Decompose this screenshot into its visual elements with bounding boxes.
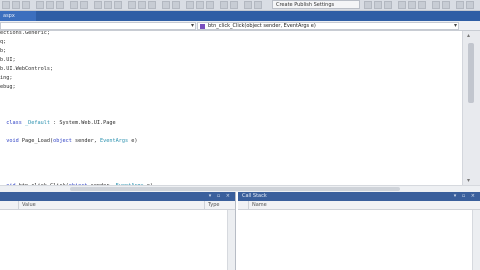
code-editor[interactable]: ections.Generic; q; b; b.UI; b.UI.WebControl… [0,31,480,185]
code-line[interactable]: b; [0,47,6,56]
toolbar-button[interactable] [220,1,228,9]
document-tab-strip: aspx [0,11,480,21]
member-selector-label: btn_click_Click(object sender, EventArgs… [208,23,316,29]
toolbar-button[interactable] [442,1,450,9]
code-token: sender, [71,138,100,144]
panel-window-buttons[interactable]: ▾ ▫ × [454,192,477,201]
configuration-combo[interactable]: Create Publish Settings [272,0,360,9]
toolbar-button[interactable] [162,1,170,9]
code-line[interactable]: ebug; [0,83,16,92]
toolbar-button[interactable] [36,1,44,9]
panel-window-buttons[interactable]: ▾ ▫ × [209,192,232,201]
toolbar-button[interactable] [206,1,214,9]
toolbar-button[interactable] [114,1,122,9]
panel-body[interactable] [0,210,235,270]
toolbar-button[interactable] [104,1,112,9]
column-header-label: Type [208,202,220,208]
toolbar-button[interactable] [138,1,146,9]
code-line[interactable]: ing; [0,74,13,83]
column-header-label: Name [252,202,267,208]
toolbar-button[interactable] [244,1,252,9]
code-token: ebug; [0,84,16,90]
toolbar: Create Publish Settings [0,0,480,11]
code-token: object [53,138,72,144]
code-token: b.UI.WebControls; [0,66,54,72]
toolbar-button[interactable] [254,1,262,9]
toolbar-button[interactable] [80,1,88,9]
panel-column-header: Value Type [0,201,235,210]
code-line[interactable]: q; [0,38,6,47]
toolbar-button[interactable] [94,1,102,9]
column-header-name [0,201,18,210]
scroll-up-icon[interactable]: ▴ [467,32,470,39]
panel-body[interactable] [238,210,480,270]
toolbar-button[interactable] [196,1,204,9]
panel-title-bar: ▾ ▫ × [0,192,235,201]
toolbar-button[interactable] [456,1,464,9]
column-header-label: Value [22,202,36,208]
toolbar-button[interactable] [374,1,382,9]
document-tab-label: aspx [3,13,15,19]
toolbar-button[interactable] [398,1,406,9]
toolbar-button[interactable] [466,1,474,9]
vertical-scrollbar[interactable]: ▴ ▾ [462,31,480,185]
toolbar-button[interactable] [2,1,10,9]
toolbar-button[interactable] [172,1,180,9]
code-token: ing; [0,75,13,81]
toolbar-button[interactable] [128,1,136,9]
code-line[interactable]: ections.Generic; [0,31,50,38]
call-stack-panel: Call Stack ▾ ▫ × Name [238,192,480,270]
vertical-scrollbar[interactable] [472,210,480,270]
navigation-bar: ▾ btn_click_Click(object sender, EventAr… [0,21,480,31]
scrollbar-thumb[interactable] [468,43,474,103]
code-line[interactable]: class _Default : System.Web.UI.Page [0,119,116,128]
toolbar-button[interactable] [70,1,78,9]
toolbar-button[interactable] [418,1,426,9]
column-header-value[interactable]: Value [18,201,204,210]
chevron-down-icon: ▾ [190,22,194,29]
toolbar-button[interactable] [46,1,54,9]
vertical-scrollbar[interactable] [227,210,235,270]
code-line[interactable]: b.UI.WebControls; [0,65,53,74]
code-token: e) [128,138,138,144]
column-header-type[interactable]: Type [204,201,236,210]
chevron-down-icon: ▾ [453,22,457,29]
panel-title-bar: Call Stack ▾ ▫ × [238,192,480,201]
code-token: void [0,138,19,144]
toolbar-button[interactable] [22,1,30,9]
panel-column-header: Name [238,201,480,210]
toolbar-button[interactable] [408,1,416,9]
toolbar-button[interactable] [12,1,20,9]
code-area[interactable]: ections.Generic; q; b; b.UI; b.UI.WebControl… [0,31,462,185]
locals-panel: ▾ ▫ × Value Type [0,192,236,270]
type-selector[interactable]: ▾ [0,22,196,30]
scrollbar-thumb[interactable] [70,187,400,191]
toolbar-button[interactable] [148,1,156,9]
toolbar-button[interactable] [384,1,392,9]
code-token: b; [0,48,7,54]
code-token: _Default [25,120,50,126]
code-line[interactable]: b.UI; [0,56,16,65]
horizontal-scrollbar[interactable] [0,185,480,192]
member-selector[interactable]: btn_click_Click(object sender, EventArgs… [197,22,459,30]
toolbar-button[interactable] [230,1,238,9]
code-token: : System.Web.UI.Page [50,120,116,126]
toolbar-button[interactable] [56,1,64,9]
code-token: Page_Load( [18,138,54,144]
code-token: q; [0,39,7,45]
code-line[interactable]: void Page_Load(object sender, EventArgs … [0,137,137,146]
column-header-icon [238,201,248,210]
toolbar-button[interactable] [186,1,194,9]
code-token: class [0,120,25,126]
document-tab[interactable]: aspx [0,11,36,21]
code-token: b.UI; [0,57,16,63]
toolbar-button[interactable] [364,1,372,9]
scroll-down-icon[interactable]: ▾ [467,177,470,184]
toolbar-button[interactable] [432,1,440,9]
code-token: ections.Generic; [0,31,50,36]
column-header-name[interactable]: Name [248,201,473,210]
panel-title: Call Stack [242,193,267,199]
code-token: EventArgs [99,138,129,144]
method-icon [200,24,205,29]
